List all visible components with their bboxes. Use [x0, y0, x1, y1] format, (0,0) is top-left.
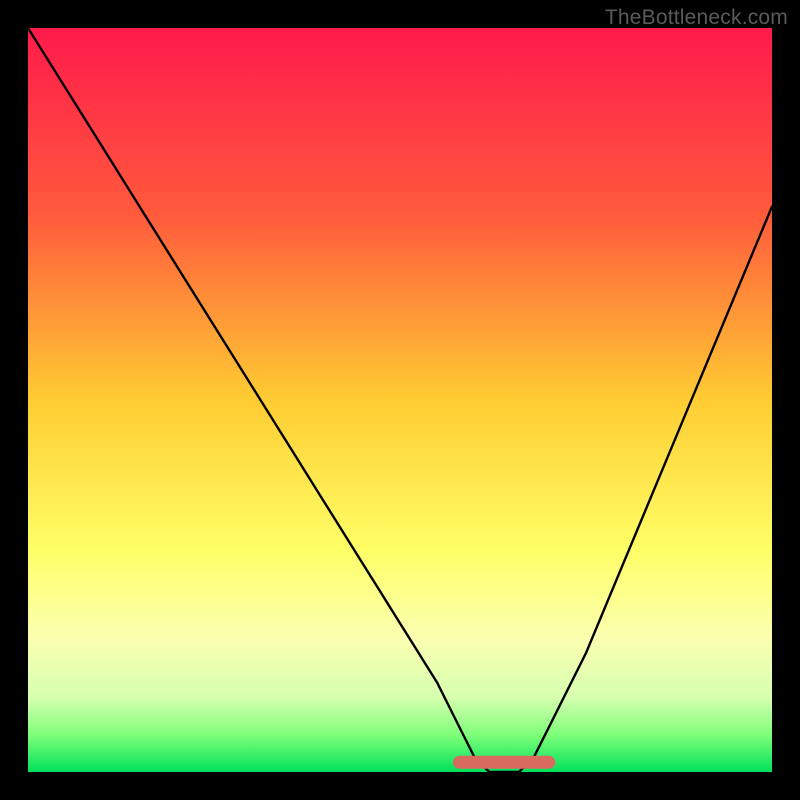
bottleneck-chart	[28, 28, 772, 772]
plot-area	[28, 28, 772, 772]
chart-frame: TheBottleneck.com	[0, 0, 800, 800]
gradient-background	[28, 28, 772, 772]
watermark-text: TheBottleneck.com	[605, 6, 788, 30]
